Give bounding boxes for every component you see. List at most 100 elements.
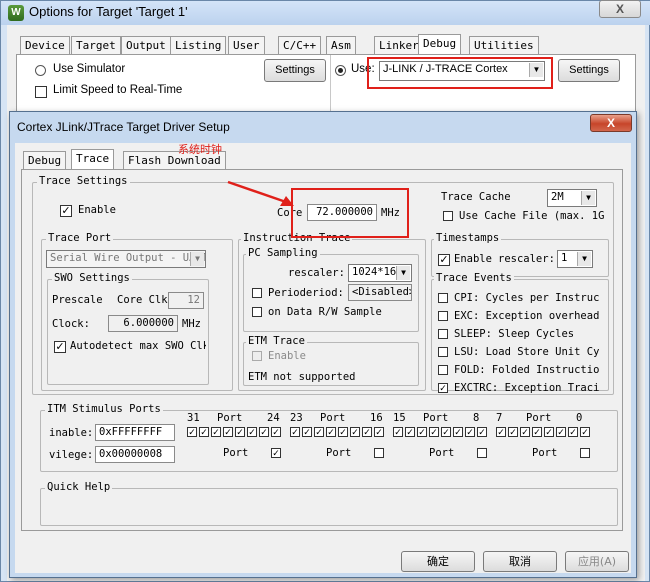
- itm-port-enable-checkbox[interactable]: ✓: [417, 427, 427, 437]
- etm-trace-legend: ETM Trace: [246, 335, 307, 347]
- itm-port-enable-checkbox[interactable]: ✓: [405, 427, 415, 437]
- trace-cache-select[interactable]: 2M ▼: [547, 189, 597, 207]
- itm-port-enable-checkbox[interactable]: ✓: [338, 427, 348, 437]
- chevron-down-icon: ▼: [577, 252, 591, 266]
- itm-port-enable-checkbox[interactable]: ✓: [326, 427, 336, 437]
- driver-setup-close-button[interactable]: X: [590, 114, 632, 132]
- swo-clock-input[interactable]: 6.000000: [108, 315, 178, 332]
- itm-port-enable-checkbox[interactable]: ✓: [211, 427, 221, 437]
- event-sleep-checkbox[interactable]: [438, 329, 448, 339]
- event-exctrc-checkbox[interactable]: ✓: [438, 383, 448, 393]
- itm-port-hi-label: 23: [290, 412, 303, 424]
- driver-setup-title-bar[interactable]: Cortex JLink/JTrace Target Driver Setup …: [10, 112, 636, 142]
- itm-port-enable-checkbox[interactable]: ✓: [235, 427, 245, 437]
- cancel-button[interactable]: 取消: [483, 551, 557, 572]
- tab-inner-debug[interactable]: Debug: [23, 151, 67, 169]
- itm-port-enable-checkbox[interactable]: ✓: [223, 427, 233, 437]
- core-clk-label: Core Clk: [117, 294, 168, 306]
- tab-user[interactable]: User: [228, 36, 265, 54]
- itm-port-enable-checkbox[interactable]: ✓: [465, 427, 475, 437]
- itm-port-enable-checkbox[interactable]: ✓: [350, 427, 360, 437]
- limit-speed-checkbox[interactable]: [35, 86, 47, 98]
- itm-privilege-port-label: Port: [326, 447, 352, 459]
- ok-button[interactable]: 确定: [401, 551, 475, 572]
- etm-enable-checkbox[interactable]: [252, 351, 262, 361]
- itm-port-enable-checkbox[interactable]: ✓: [290, 427, 300, 437]
- itm-port-enable-checkbox[interactable]: ✓: [302, 427, 312, 437]
- trace-settings-legend: Trace Settings: [37, 175, 130, 187]
- itm-port-enable-checkbox[interactable]: ✓: [247, 427, 257, 437]
- tab-utilities[interactable]: Utilities: [469, 36, 539, 54]
- periodic-label: Perioderiod:: [268, 287, 344, 299]
- itm-port-enable-checkbox[interactable]: ✓: [580, 427, 590, 437]
- itm-port-enable-checkbox[interactable]: ✓: [393, 427, 403, 437]
- itm-port-enable-checkbox[interactable]: ✓: [532, 427, 542, 437]
- use-simulator-radio[interactable]: [35, 65, 46, 76]
- use-debugger-radio[interactable]: [335, 65, 346, 76]
- tab-linker[interactable]: Linker: [374, 36, 424, 54]
- use-cache-file-checkbox[interactable]: [443, 211, 453, 221]
- itm-port-enable-checkbox[interactable]: ✓: [477, 427, 487, 437]
- itm-port-enable-checkbox[interactable]: ✓: [520, 427, 530, 437]
- itm-port-enable-checkbox[interactable]: ✓: [508, 427, 518, 437]
- tab-target[interactable]: Target: [71, 36, 121, 54]
- itm-privilege-checkbox[interactable]: [477, 448, 487, 458]
- itm-enable-input[interactable]: 0xFFFFFFFF: [95, 424, 175, 441]
- itm-port-enable-checkbox[interactable]: ✓: [556, 427, 566, 437]
- tab-inner-trace[interactable]: Trace: [71, 149, 115, 169]
- itm-port-enable-checkbox[interactable]: ✓: [568, 427, 578, 437]
- simulator-settings-button[interactable]: Settings: [264, 59, 326, 82]
- autodetect-swo-checkbox[interactable]: ✓: [54, 341, 66, 353]
- event-exctrc-label: EXCTRC: Exception Traci: [454, 382, 600, 394]
- tab-output[interactable]: Output: [121, 36, 171, 54]
- event-fold-checkbox[interactable]: [438, 365, 448, 375]
- itm-enable-label: inable:: [49, 427, 94, 439]
- autodetect-swo-label: Autodetect max SWO Clk: [70, 340, 206, 352]
- trace-enable-checkbox[interactable]: ✓: [60, 205, 72, 217]
- itm-port-enable-checkbox[interactable]: ✓: [441, 427, 451, 437]
- itm-port-enable-checkbox[interactable]: ✓: [453, 427, 463, 437]
- itm-port-label: Port: [320, 412, 346, 424]
- pc-prescaler-select[interactable]: 1024*16 ▼: [348, 264, 412, 282]
- timestamps-prescaler-select[interactable]: 1 ▼: [557, 250, 593, 268]
- itm-port-enable-checkbox[interactable]: ✓: [496, 427, 506, 437]
- itm-port-enable-checkbox[interactable]: ✓: [199, 427, 209, 437]
- trace-port-value: Serial Wire Output - UART: [50, 252, 206, 264]
- chevron-down-icon: ▼: [396, 266, 410, 280]
- prescale-input[interactable]: 12: [168, 292, 204, 309]
- itm-privilege-checkbox[interactable]: ✓: [271, 448, 281, 458]
- event-cpi-checkbox[interactable]: [438, 293, 448, 303]
- itm-port-enable-checkbox[interactable]: ✓: [187, 427, 197, 437]
- trace-port-legend: Trace Port: [46, 232, 114, 244]
- itm-port-enable-checkbox[interactable]: ✓: [314, 427, 324, 437]
- tab-debug[interactable]: Debug: [418, 34, 462, 54]
- tab-c-cpp[interactable]: C/C++: [278, 36, 322, 54]
- periodic-checkbox[interactable]: [252, 288, 262, 298]
- itm-port-lo-label: 16: [370, 412, 383, 424]
- apply-button[interactable]: 应用(A): [565, 551, 629, 572]
- itm-port-enable-checkbox[interactable]: ✓: [362, 427, 372, 437]
- itm-port-enable-checkbox[interactable]: ✓: [259, 427, 269, 437]
- trace-port-select[interactable]: Serial Wire Output - UART ▼: [46, 250, 206, 268]
- options-close-button[interactable]: X: [599, 0, 641, 18]
- tab-asm[interactable]: Asm: [326, 36, 356, 54]
- itm-privilege-checkbox[interactable]: [374, 448, 384, 458]
- tab-listing[interactable]: Listing: [170, 36, 227, 54]
- event-exc-checkbox[interactable]: [438, 311, 448, 321]
- on-data-checkbox[interactable]: [252, 307, 262, 317]
- itm-privilege-checkbox[interactable]: [580, 448, 590, 458]
- itm-port-enable-checkbox[interactable]: ✓: [429, 427, 439, 437]
- options-title-bar[interactable]: W Options for Target 'Target 1' X: [1, 0, 650, 25]
- tab-device[interactable]: Device: [20, 36, 70, 54]
- debugger-settings-button[interactable]: Settings: [558, 59, 620, 82]
- itm-port-hi-label: 7: [496, 412, 503, 424]
- itm-privilege-input[interactable]: 0x00000008: [95, 446, 175, 463]
- itm-port-enable-checkbox[interactable]: ✓: [374, 427, 384, 437]
- event-exc-label: EXC: Exception overhead: [454, 310, 600, 322]
- periodic-value[interactable]: <Disabled>: [348, 284, 412, 301]
- itm-port-enable-checkbox[interactable]: ✓: [544, 427, 554, 437]
- timestamps-enable-checkbox[interactable]: ✓: [438, 254, 450, 266]
- event-lsu-checkbox[interactable]: [438, 347, 448, 357]
- driver-setup-dialog: Cortex JLink/JTrace Target Driver Setup …: [9, 111, 637, 578]
- itm-port-enable-checkbox[interactable]: ✓: [271, 427, 281, 437]
